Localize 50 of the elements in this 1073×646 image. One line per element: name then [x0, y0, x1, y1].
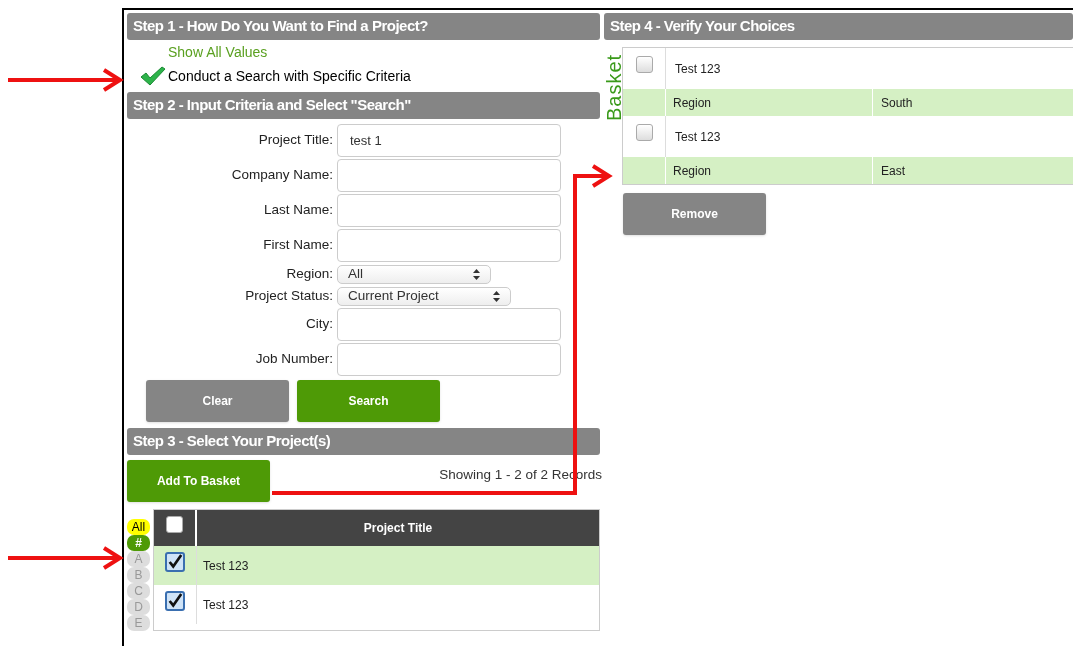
select-field[interactable]: Current Project — [337, 286, 511, 306]
field-label: Company Name: — [230, 166, 333, 185]
column-header: Project Title — [362, 520, 434, 537]
input-field[interactable] — [337, 159, 561, 192]
updown-icon — [473, 268, 480, 280]
checkbox[interactable] — [635, 56, 653, 73]
clear-button[interactable]: Clear — [146, 380, 289, 422]
section-header: Step 2 - Input Criteria and Select "Search" — [127, 92, 600, 119]
field-label: Region: — [285, 264, 333, 283]
table-cell-text: East — [880, 162, 906, 180]
table-cell-text: South — [880, 94, 914, 112]
select-field[interactable]: All — [337, 264, 491, 284]
field-label: Job Number: — [254, 350, 333, 369]
letter-filter[interactable]: A — [127, 551, 150, 567]
checkbox[interactable] — [165, 552, 185, 572]
updown-icon — [493, 290, 500, 302]
letter-filter[interactable]: C — [127, 583, 150, 599]
section-header: Step 3 - Select Your Project(s) — [127, 428, 600, 455]
table-row[interactable]: Test 123 — [154, 546, 599, 585]
table-cell-text: Test 123 — [674, 60, 722, 78]
option-link[interactable]: Show All Values — [168, 41, 268, 63]
field-label: Last Name: — [262, 201, 333, 220]
remove-button[interactable]: Remove — [623, 193, 766, 235]
table-cell: Region — [666, 157, 873, 184]
field-label: Project Status: — [244, 286, 333, 305]
field-label: First Name: — [262, 236, 333, 255]
table-cell-text: Test 123 — [202, 596, 250, 614]
letter-filter[interactable]: # — [127, 535, 150, 551]
add-to-basket-button[interactable]: Add To Basket — [127, 460, 270, 502]
input-field[interactable] — [337, 343, 561, 376]
checkbox[interactable] — [635, 124, 653, 141]
table-cell-text: Test 123 — [202, 557, 250, 575]
checkbox[interactable] — [165, 591, 185, 611]
letter-filter[interactable]: D — [127, 599, 150, 615]
letter-filter[interactable]: B — [127, 567, 150, 583]
field-label: City: — [305, 315, 333, 334]
option-label[interactable]: Conduct a Search with Specific Criteria — [168, 65, 411, 87]
checkbox[interactable] — [166, 516, 183, 533]
input-field[interactable]: test 1 — [337, 124, 561, 157]
letter-filter[interactable]: All — [127, 519, 150, 535]
input-field[interactable] — [337, 308, 561, 341]
basket-label: Basket — [604, 52, 624, 121]
table-cell-text: Test 123 — [674, 128, 722, 146]
letter-filter[interactable]: E — [127, 615, 150, 631]
field-label: Project Title: — [257, 131, 333, 150]
search-button[interactable]: Search — [297, 380, 440, 422]
input-field[interactable] — [337, 194, 561, 227]
section-header: Step 4 - Verify Your Choices — [604, 13, 1073, 40]
section-header: Step 1 - How Do You Want to Find a Project? — [127, 13, 600, 40]
input-field[interactable] — [337, 229, 561, 262]
